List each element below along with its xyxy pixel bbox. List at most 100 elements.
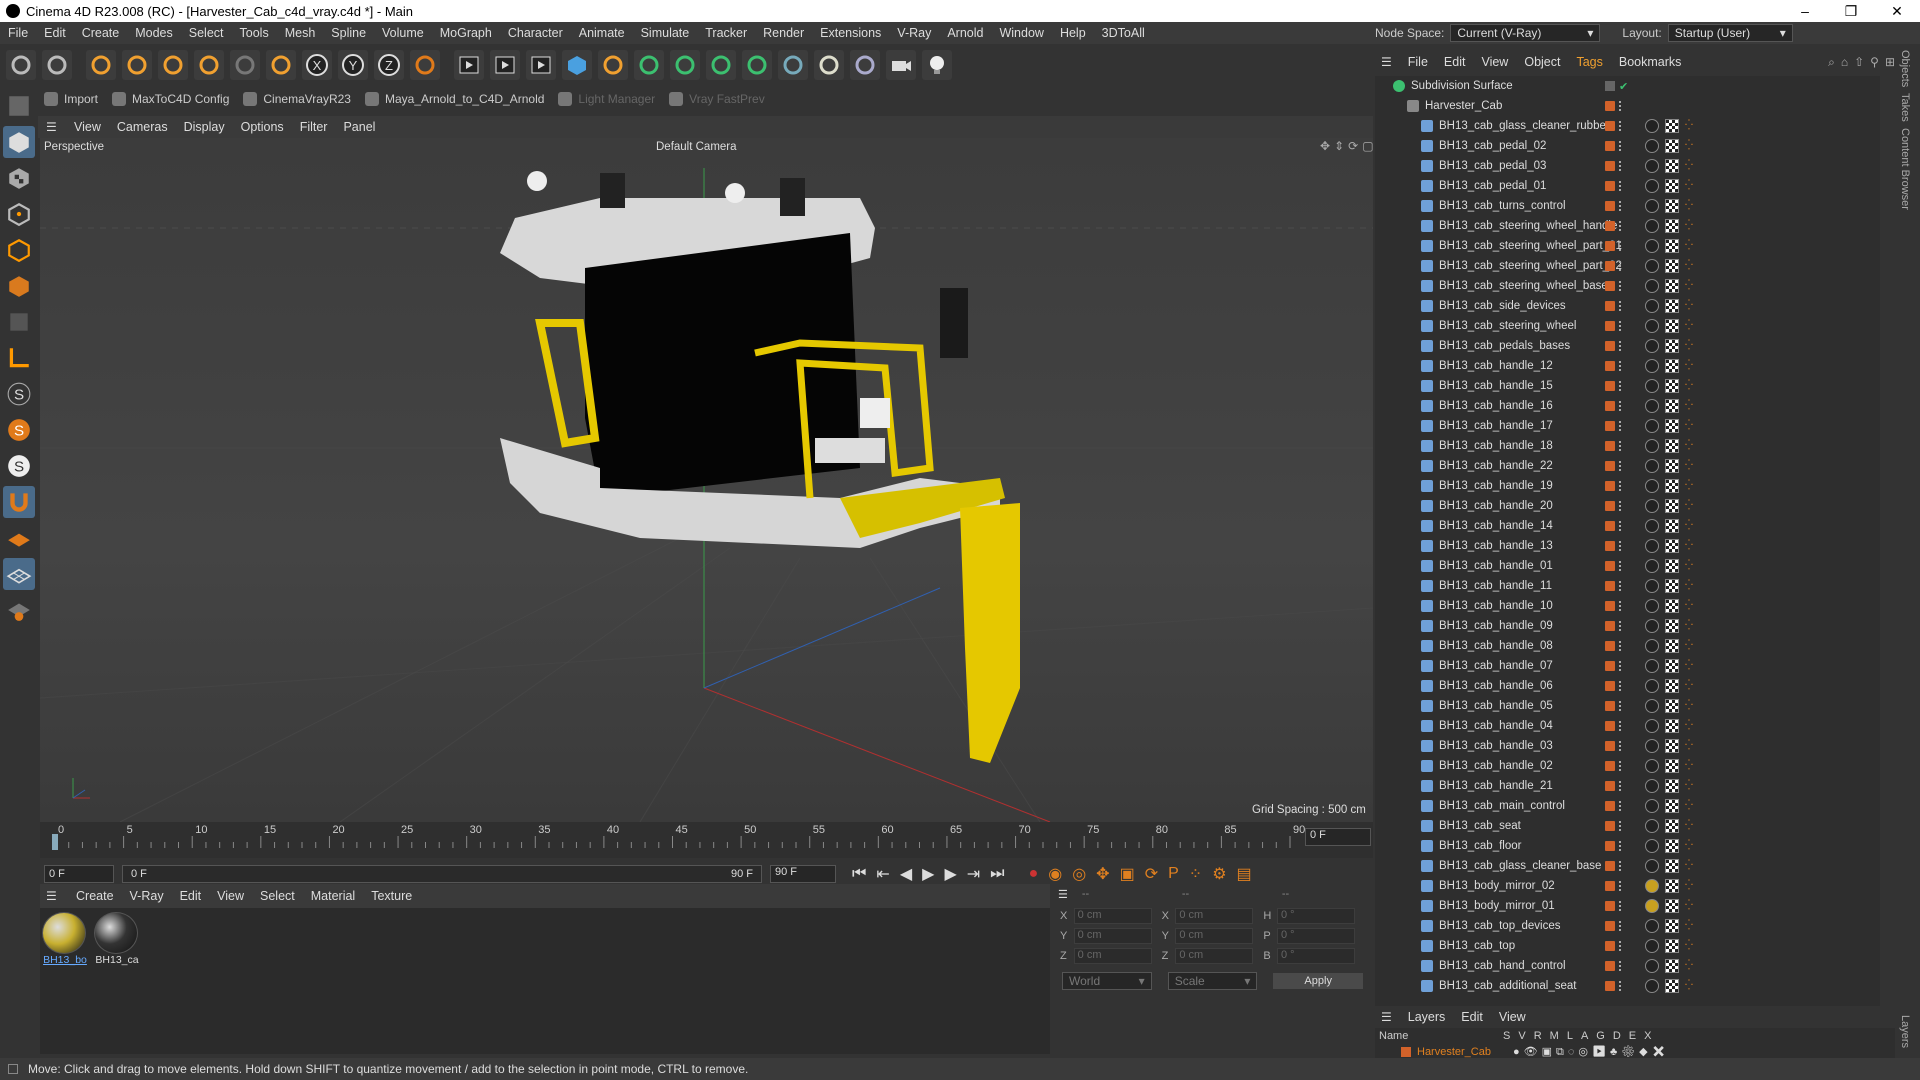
coord-system-dropdown[interactable]: World ▾ bbox=[1062, 972, 1152, 990]
plugin-maya-arnold-to-c4d-arnold[interactable]: Maya_Arnold_to_C4D_Arnold bbox=[364, 92, 544, 106]
y-axis-icon[interactable]: Y bbox=[338, 50, 368, 80]
object-row[interactable]: Harvester_Cab bbox=[1375, 96, 1880, 116]
visibility-toggle[interactable] bbox=[1619, 381, 1623, 391]
texture-tag-icon[interactable] bbox=[1665, 419, 1679, 433]
play-icon[interactable]: ▶ bbox=[922, 864, 934, 884]
mograph-icon[interactable] bbox=[742, 50, 772, 80]
phong-tag-icon[interactable]: ⁛ bbox=[1685, 121, 1693, 131]
material-tag-icon[interactable] bbox=[1645, 799, 1659, 813]
material-tag-icon[interactable] bbox=[1645, 639, 1659, 653]
object-row[interactable]: BH13_cab_additional_seat ⁛ bbox=[1375, 976, 1880, 996]
visibility-toggle[interactable] bbox=[1619, 721, 1623, 731]
object-row[interactable]: BH13_cab_handle_22 ⁛ bbox=[1375, 456, 1880, 476]
material-menu-texture[interactable]: Texture bbox=[363, 889, 420, 903]
material-menu-material[interactable]: Material bbox=[303, 889, 363, 903]
texture-tag-icon[interactable] bbox=[1665, 219, 1679, 233]
start-frame-field[interactable]: 0 F bbox=[44, 865, 114, 883]
select-icon[interactable] bbox=[86, 50, 116, 80]
texture-tag-icon[interactable] bbox=[1665, 339, 1679, 353]
grid-plane-icon[interactable] bbox=[3, 558, 35, 590]
close-button[interactable]: ✕ bbox=[1874, 3, 1920, 20]
material-tag-icon[interactable] bbox=[1645, 159, 1659, 173]
visibility-toggle[interactable] bbox=[1619, 261, 1623, 271]
object-row[interactable]: Subdivision Surface ✔ bbox=[1375, 76, 1880, 96]
phong-tag-icon[interactable]: ⁛ bbox=[1685, 301, 1693, 311]
prev-frame-icon[interactable]: ◀ bbox=[900, 864, 912, 884]
timeline-ruler[interactable]: 0 5 10 15 20 25 30 35 40 45 50 55 60 65 70 75 80 85 90 0 F bbox=[40, 822, 1373, 858]
layer-color-tag[interactable] bbox=[1605, 881, 1615, 891]
layers-menu-layers[interactable]: Layers bbox=[1400, 1010, 1454, 1024]
object-row[interactable]: BH13_cab_top_devices ⁛ bbox=[1375, 916, 1880, 936]
object-row[interactable]: BH13_body_mirror_01 ⁛ bbox=[1375, 896, 1880, 916]
visibility-toggle[interactable] bbox=[1619, 421, 1623, 431]
object-row[interactable]: BH13_cab_handle_04 ⁛ bbox=[1375, 716, 1880, 736]
snap-s-white-icon[interactable]: S bbox=[3, 450, 35, 482]
menu-modes[interactable]: Modes bbox=[127, 26, 181, 40]
object-row[interactable]: BH13_cab_side_devices ⁛ bbox=[1375, 296, 1880, 316]
visibility-toggle[interactable] bbox=[1619, 521, 1623, 531]
z-axis-icon[interactable]: Z bbox=[374, 50, 404, 80]
floor-icon[interactable] bbox=[850, 50, 880, 80]
phong-tag-icon[interactable]: ⁛ bbox=[1685, 181, 1693, 191]
menu-help[interactable]: Help bbox=[1052, 26, 1094, 40]
object-row[interactable]: BH13_cab_pedal_02 ⁛ bbox=[1375, 136, 1880, 156]
texture-tag-icon[interactable] bbox=[1665, 459, 1679, 473]
side-tab-layers[interactable]: Layers bbox=[1899, 1015, 1911, 1048]
visibility-toggle[interactable] bbox=[1619, 561, 1623, 571]
up-icon[interactable]: ⇧ bbox=[1854, 55, 1864, 70]
visibility-toggle[interactable] bbox=[1619, 941, 1623, 951]
material-tag-icon[interactable] bbox=[1645, 399, 1659, 413]
texture-tag-icon[interactable] bbox=[1665, 739, 1679, 753]
object-row[interactable]: BH13_cab_steering_wheel_base ⁛ bbox=[1375, 276, 1880, 296]
object-row[interactable]: BH13_cab_handle_18 ⁛ bbox=[1375, 436, 1880, 456]
material-tag-icon[interactable] bbox=[1645, 659, 1659, 673]
object-row[interactable]: BH13_cab_handle_17 ⁛ bbox=[1375, 416, 1880, 436]
visibility-toggle[interactable] bbox=[1619, 781, 1623, 791]
object-row[interactable]: BH13_cab_handle_15 ⁛ bbox=[1375, 376, 1880, 396]
phong-tag-icon[interactable]: ⁛ bbox=[1685, 461, 1693, 471]
phong-tag-icon[interactable]: ⁛ bbox=[1685, 321, 1693, 331]
object-row[interactable]: BH13_cab_pedal_03 ⁛ bbox=[1375, 156, 1880, 176]
phong-tag-icon[interactable]: ⁛ bbox=[1685, 281, 1693, 291]
plugin-import[interactable]: Import bbox=[44, 92, 98, 106]
record-icon[interactable]: ● bbox=[1029, 865, 1039, 883]
layer-color-tag[interactable] bbox=[1605, 501, 1615, 511]
visibility-toggle[interactable] bbox=[1619, 201, 1623, 211]
material-swatch[interactable]: BH13_bo bbox=[42, 912, 88, 966]
phong-tag-icon[interactable]: ⁛ bbox=[1685, 601, 1693, 611]
viewport-menu-cameras[interactable]: Cameras bbox=[109, 120, 176, 134]
texture-tag-icon[interactable] bbox=[1665, 279, 1679, 293]
material-tag-icon[interactable] bbox=[1645, 739, 1659, 753]
material-tag-icon[interactable] bbox=[1645, 919, 1659, 933]
visibility-toggle[interactable] bbox=[1619, 501, 1623, 511]
layer-color-tag[interactable] bbox=[1605, 301, 1615, 311]
point-mode-icon[interactable] bbox=[3, 198, 35, 230]
visibility-toggle[interactable] bbox=[1619, 861, 1623, 871]
menu-select[interactable]: Select bbox=[181, 26, 232, 40]
coord-input[interactable]: 0 cm bbox=[1073, 928, 1152, 944]
snap-s-orange-icon[interactable]: S bbox=[3, 414, 35, 446]
texture-tag-icon[interactable] bbox=[1665, 779, 1679, 793]
menu-extensions[interactable]: Extensions bbox=[812, 26, 889, 40]
visibility-toggle[interactable] bbox=[1619, 141, 1623, 151]
menu-tracker[interactable]: Tracker bbox=[697, 26, 755, 40]
playhead[interactable] bbox=[52, 834, 58, 850]
material-tag-icon[interactable] bbox=[1645, 299, 1659, 313]
layer-color-tag[interactable] bbox=[1605, 121, 1615, 131]
menu-mesh[interactable]: Mesh bbox=[277, 26, 324, 40]
render-settings-icon[interactable] bbox=[526, 50, 556, 80]
phong-tag-icon[interactable]: ⁛ bbox=[1685, 481, 1693, 491]
texture-tag-icon[interactable] bbox=[1665, 699, 1679, 713]
object-row[interactable]: BH13_cab_handle_21 ⁛ bbox=[1375, 776, 1880, 796]
material-tag-icon[interactable] bbox=[1645, 479, 1659, 493]
phong-tag-icon[interactable]: ⁛ bbox=[1685, 821, 1693, 831]
object-row[interactable]: BH13_cab_glass_cleaner_rubber ⁛ bbox=[1375, 116, 1880, 136]
material-tag-icon[interactable] bbox=[1645, 839, 1659, 853]
visibility-toggle[interactable] bbox=[1619, 461, 1623, 471]
texture-tag-icon[interactable] bbox=[1665, 359, 1679, 373]
layer-color-tag[interactable] bbox=[1605, 601, 1615, 611]
phong-tag-icon[interactable]: ⁛ bbox=[1685, 661, 1693, 671]
phong-tag-icon[interactable]: ⁛ bbox=[1685, 141, 1693, 151]
layer-color-tag[interactable] bbox=[1605, 641, 1615, 651]
current-frame-field[interactable]: 0 F bbox=[1305, 828, 1371, 846]
